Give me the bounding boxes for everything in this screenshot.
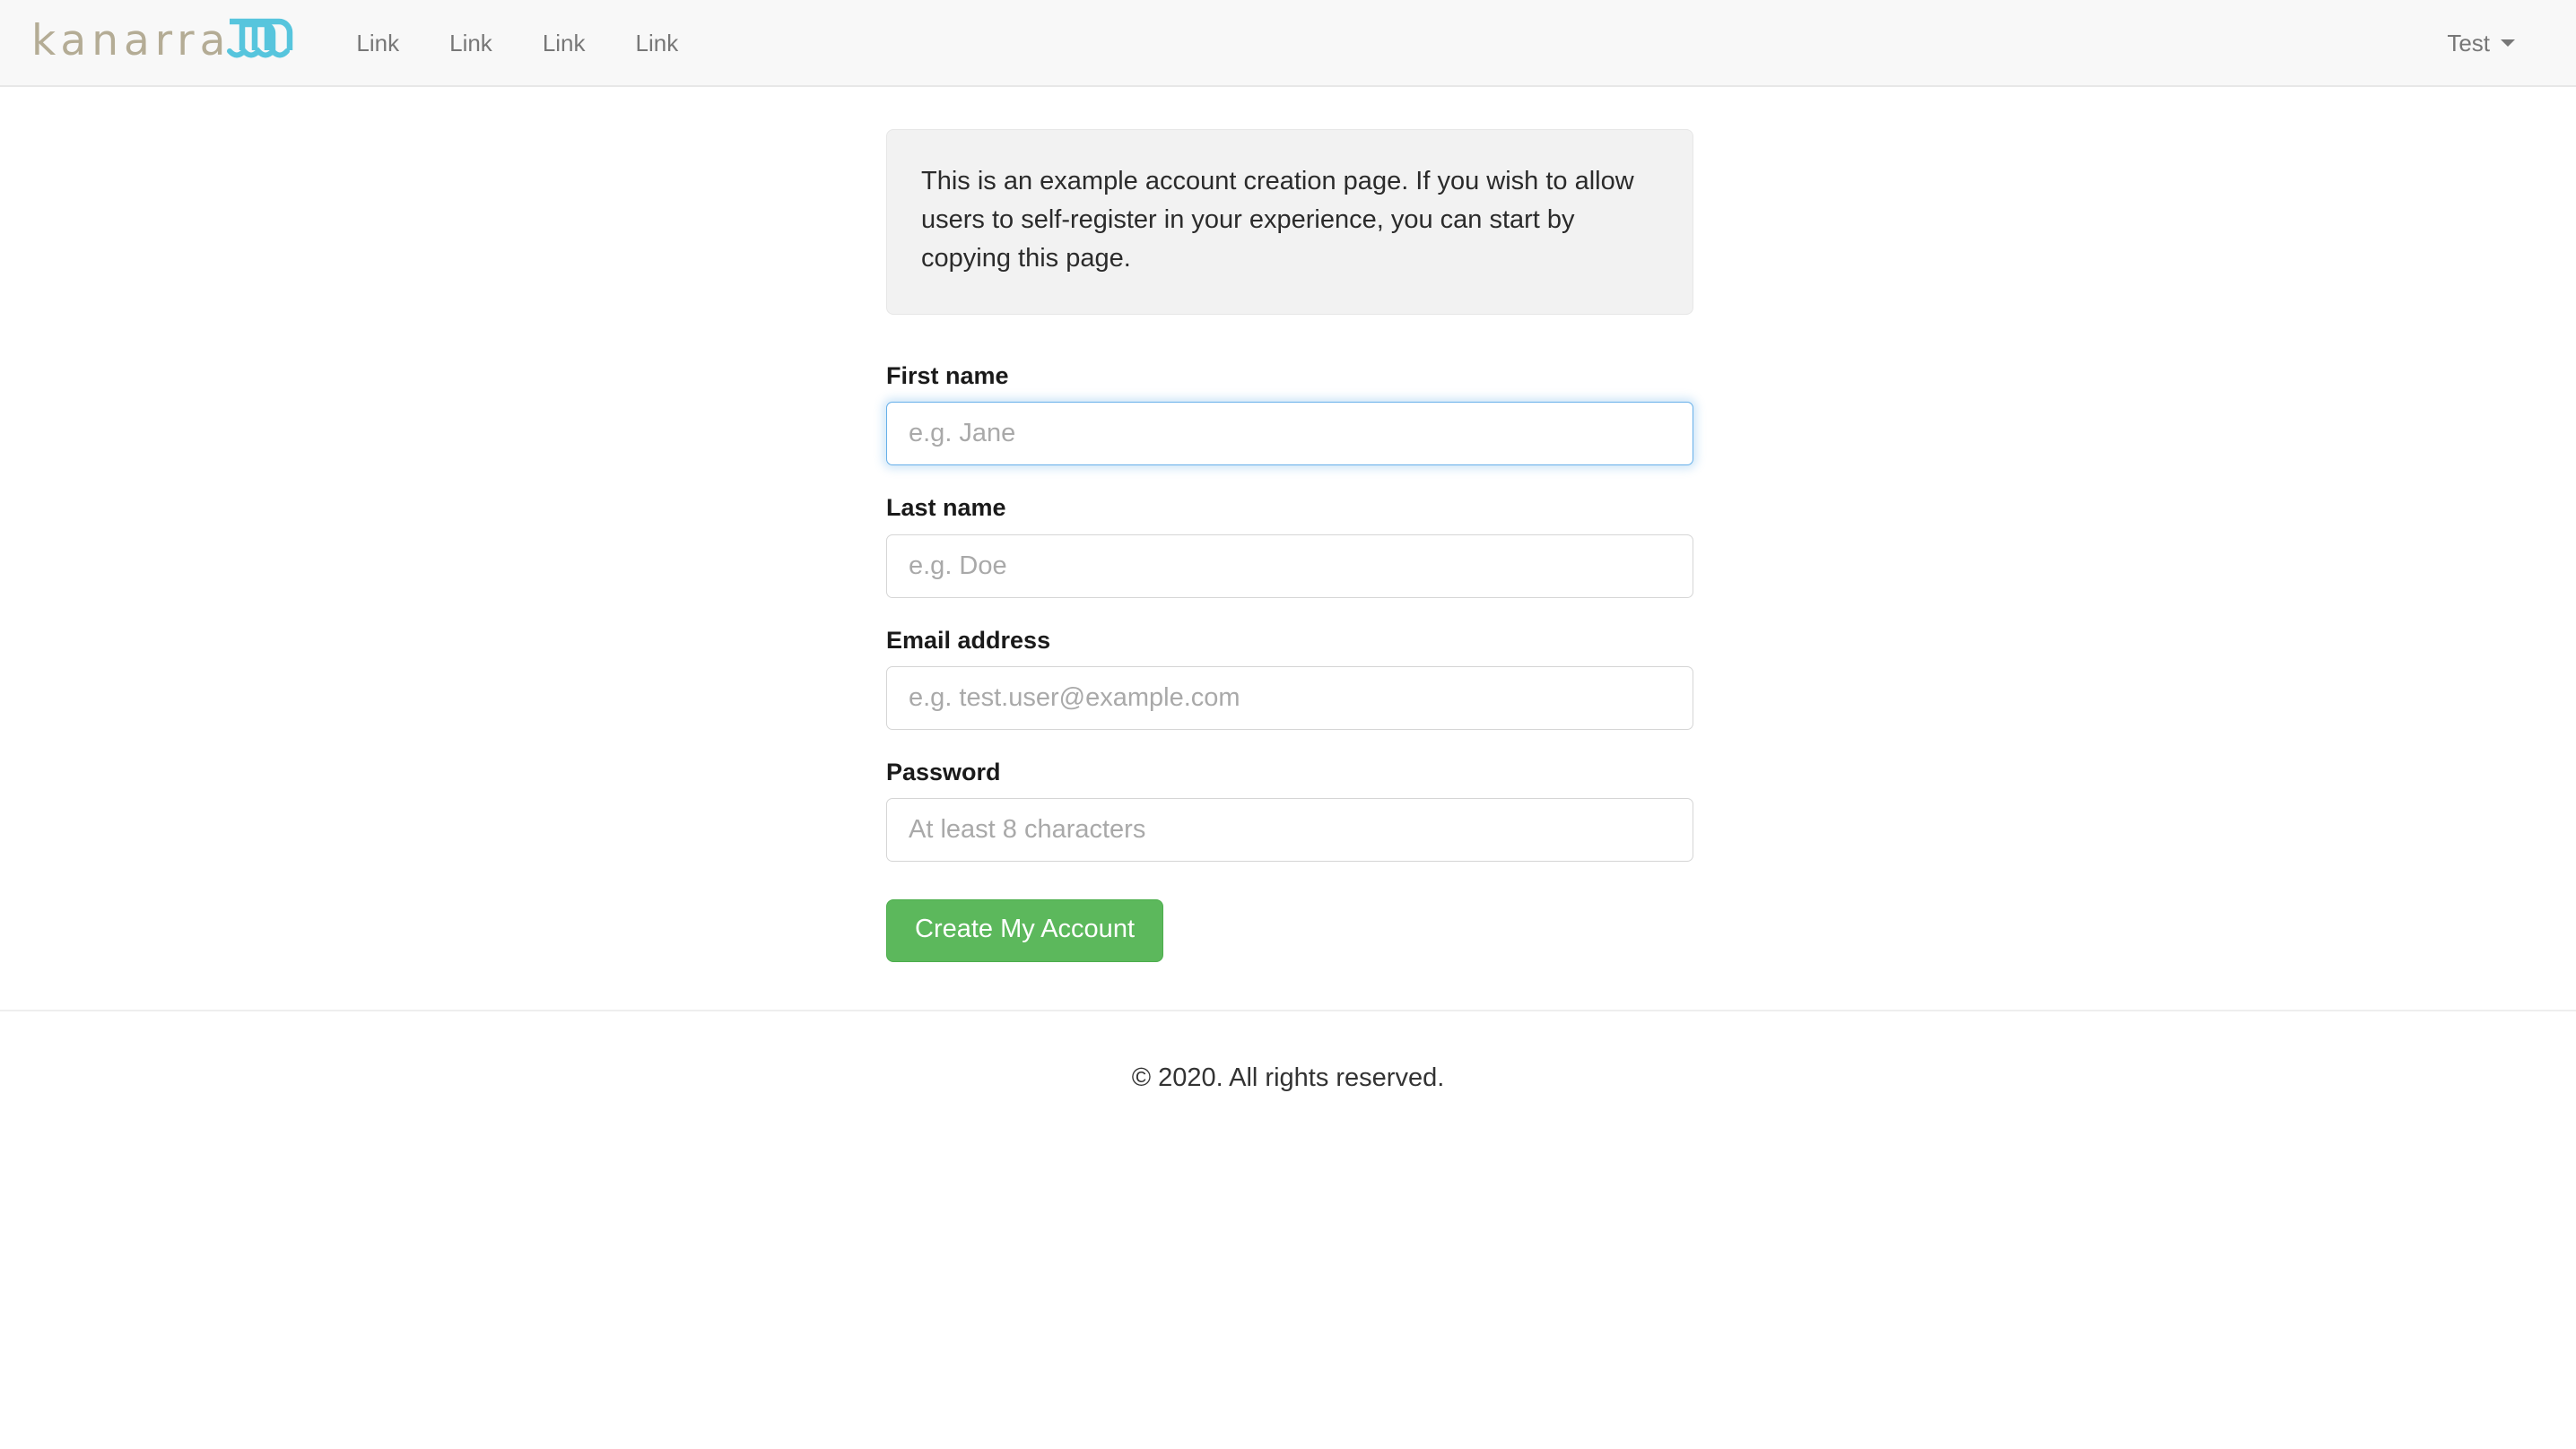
password-input[interactable] [886,798,1693,863]
waterfall-icon [227,16,293,64]
first-name-input[interactable] [886,402,1693,466]
email-input[interactable] [886,665,1693,730]
password-label: Password [886,758,1001,785]
last-name-input[interactable] [886,534,1693,598]
form-column: This is an example account creation page… [886,129,1693,963]
info-alert-text: This is an example account creation page… [921,167,1634,273]
nav-item-3: Link [518,8,611,78]
nav-item-1: Link [331,8,424,78]
brand-logo-link[interactable]: kanarra [27,16,293,69]
brand-wordmark: kanarra [31,16,231,65]
form-group-last-name: Last name [886,493,1693,598]
form-group-first-name: First name [886,361,1693,466]
nav-link-4[interactable]: Link [611,8,704,78]
nav-item-4: Link [611,8,704,78]
user-menu-label: Test [2447,29,2490,56]
nav-item-2: Link [424,8,518,78]
chevron-down-icon [2501,39,2515,47]
user-menu-dropdown[interactable]: Test [2422,8,2540,78]
nav-link-1[interactable]: Link [331,8,424,78]
nav-link-2[interactable]: Link [424,8,518,78]
info-alert-box: This is an example account creation page… [886,129,1693,315]
email-label: Email address [886,626,1051,654]
nav-link-list: Link Link Link Link [331,8,703,78]
form-group-email: Email address [886,626,1693,730]
top-navbar: kanarra Link Link Link Link Test [0,0,2576,87]
first-name-label: First name [886,361,1009,389]
navbar-right-section: Test [2422,8,2540,78]
nav-link-3[interactable]: Link [518,8,611,78]
last-name-label: Last name [886,494,1006,522]
footer-copyright: © 2020. All rights reserved. [1131,1063,1445,1093]
page-content: This is an example account creation page… [0,87,2576,1093]
create-account-button[interactable]: Create My Account [886,899,1163,963]
form-group-password: Password [886,758,1693,863]
account-creation-form: First name Last name Email address Passw… [886,361,1693,963]
page-footer: © 2020. All rights reserved. [0,1010,2576,1093]
